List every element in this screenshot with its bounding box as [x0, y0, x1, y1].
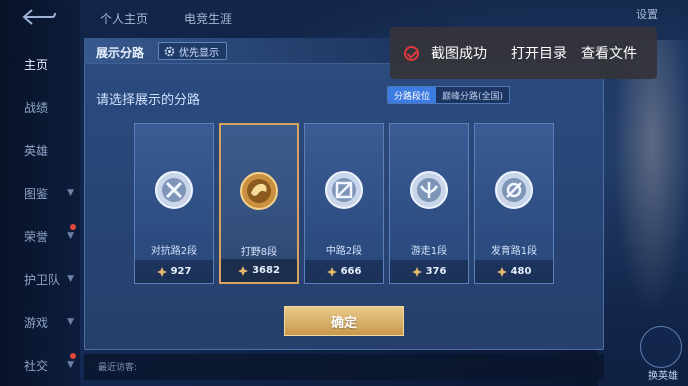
chevron-down-icon: ▼	[67, 188, 74, 198]
sidebar-item-guard[interactable]: 护卫队 ▼	[0, 265, 80, 293]
lane-label: 打野8段	[240, 247, 278, 258]
sidebar-item-record[interactable]: 战绩	[0, 93, 80, 121]
shield-sword-icon	[155, 171, 193, 209]
check-circle-icon	[404, 45, 419, 61]
lane-label: 发育路1段	[490, 246, 538, 257]
lane-score-value: 3682	[252, 265, 280, 276]
sidebar-item-honor[interactable]: 荣誉 ▼	[0, 222, 80, 250]
rank-star-icon	[411, 266, 422, 277]
lane-card-selected[interactable]: 打野8段 3682	[219, 123, 299, 284]
rank-star-icon	[156, 266, 167, 277]
chevron-down-icon: ▼	[67, 274, 74, 284]
sidebar-item-home[interactable]: 主页	[0, 50, 80, 78]
screenshot-toast: 截图成功 打开目录 查看文件	[390, 27, 657, 79]
notification-dot	[70, 353, 76, 359]
lane-score: 666	[305, 260, 383, 283]
sidebar-item-label: 荣誉	[24, 229, 49, 244]
mid-lane-icon	[325, 171, 363, 209]
lane-card[interactable]: 发育路1段 480	[474, 123, 554, 284]
sidebar-item-label: 社交	[24, 358, 49, 373]
bottom-bar	[84, 354, 604, 380]
archer-target-icon	[495, 171, 533, 209]
lane-mode-toggle: 分路段位 巅峰分路(全国)	[387, 86, 511, 104]
lane-score-value: 666	[340, 266, 362, 277]
jungle-beast-icon	[240, 172, 278, 210]
toast-message: 截图成功	[431, 46, 487, 62]
change-hero-label: 换英雄	[648, 371, 678, 382]
lane-score: 927	[135, 260, 213, 283]
lane-label: 对抗路2段	[150, 246, 198, 257]
roam-wing-icon	[410, 171, 448, 209]
sidebar-item-label: 主页	[24, 57, 49, 72]
sidebar-item-label: 护卫队	[24, 272, 61, 287]
tab-profile[interactable]: 个人主页	[100, 10, 148, 27]
sidebar-item-label: 战绩	[24, 100, 49, 115]
sidebar-item-label: 图鉴	[24, 186, 49, 201]
sidebar: 主页 战绩 英雄 图鉴 ▼ 荣誉 ▼ 护卫队 ▼ 游戏 ▼ 社交 ▼	[0, 0, 80, 386]
dialog-title: 展示分路	[96, 46, 145, 60]
sidebar-item-social[interactable]: 社交 ▼	[0, 351, 80, 379]
lane-score-value: 376	[425, 266, 447, 277]
priority-display-button[interactable]: 优先显示	[158, 42, 227, 60]
rank-star-icon	[238, 265, 249, 276]
gear-icon	[164, 46, 175, 57]
chevron-down-icon: ▼	[67, 231, 74, 241]
rank-star-icon	[326, 266, 337, 277]
lane-score: 3682	[221, 259, 297, 282]
view-file-link[interactable]: 查看文件	[581, 43, 637, 63]
tab-esports[interactable]: 电竞生涯	[184, 10, 232, 27]
dialog-subtitle: 请选择展示的分路	[96, 93, 201, 108]
back-arrow-icon[interactable]	[22, 8, 56, 26]
lane-label: 中路2段	[325, 246, 363, 257]
lane-card[interactable]: 游走1段 376	[389, 123, 469, 284]
lane-card[interactable]: 对抗路2段 927	[134, 123, 214, 284]
sidebar-item-label: 游戏	[24, 315, 49, 330]
sidebar-item-game[interactable]: 游戏 ▼	[0, 308, 80, 336]
sidebar-item-heroes[interactable]: 英雄	[0, 136, 80, 164]
lane-label: 游走1段	[410, 246, 448, 257]
lane-score-value: 927	[170, 266, 192, 277]
recent-visitors-label: 最近访客:	[98, 363, 138, 373]
chevron-down-icon: ▼	[67, 360, 74, 370]
chevron-down-icon: ▼	[67, 317, 74, 327]
priority-label: 优先显示	[179, 47, 219, 59]
sidebar-item-label: 英雄	[24, 143, 49, 158]
toggle-lane-rank[interactable]: 分路段位	[388, 87, 437, 103]
lane-score-value: 480	[510, 266, 532, 277]
sidebar-item-codex[interactable]: 图鉴 ▼	[0, 179, 80, 207]
lane-score: 376	[390, 260, 468, 283]
notification-dot	[70, 224, 76, 230]
lane-card[interactable]: 中路2段 666	[304, 123, 384, 284]
toggle-peak-lane[interactable]: 巅峰分路(全国)	[436, 87, 510, 103]
confirm-button[interactable]: 确定	[284, 306, 404, 336]
lane-score: 480	[475, 260, 553, 283]
change-hero-button[interactable]	[640, 326, 682, 368]
open-directory-link[interactable]: 打开目录	[511, 43, 567, 63]
rank-star-icon	[496, 266, 507, 277]
settings-button[interactable]: 设置	[636, 6, 658, 22]
